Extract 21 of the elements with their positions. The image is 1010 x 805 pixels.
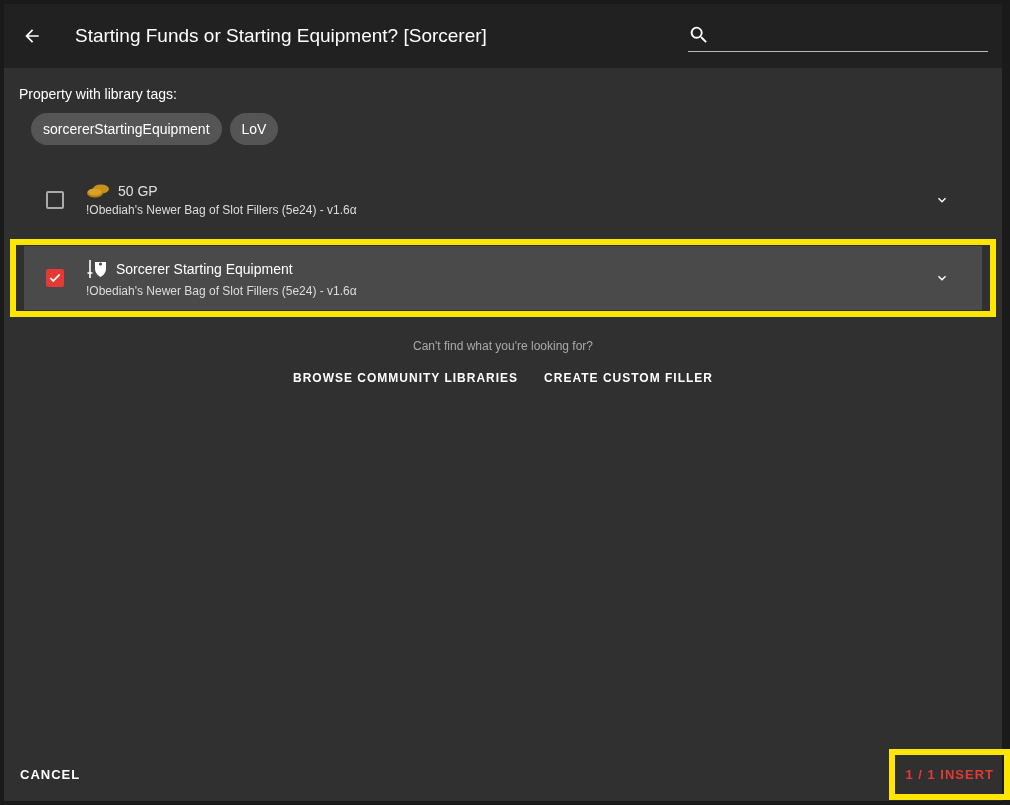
text-button[interactable]: CREATE CUSTOM FILLER: [536, 363, 721, 393]
tags-label: Property with library tags:: [19, 86, 178, 102]
hint-text: Can't find what you're looking for?: [413, 339, 593, 353]
dialog-title: Starting Funds or Starting Equipment? [Sorcerer]: [75, 25, 488, 47]
checkbox[interactable]: [46, 191, 64, 209]
library-name: !Obediah's Newer Bag of Slot Fillers (5e24) - v1.6α: [86, 284, 358, 298]
item-name: Sorcerer Starting Equipment: [116, 261, 293, 277]
tag-chip[interactable]: sorcererStartingEquipment: [31, 113, 222, 145]
search-icon: [688, 24, 710, 46]
item-name: 50 GP: [118, 183, 158, 199]
library-name: !Obediah's Newer Bag of Slot Fillers (5e24) - v1.6α: [86, 203, 358, 217]
text-button[interactable]: BROWSE COMMUNITY LIBRARIES: [285, 363, 527, 393]
list-item[interactable]: 50 GP !Obediah's Newer Bag of Slot Fillers (5e24) - v1.6α: [24, 168, 982, 232]
coins-icon: [86, 183, 110, 199]
checkbox[interactable]: [46, 269, 64, 287]
list-item[interactable]: Sorcerer Starting Equipment !Obediah's Newer Bag of Slot Fillers (5e24) - v1.6α: [24, 246, 982, 310]
cancel-button[interactable]: CANCEL: [12, 758, 89, 790]
tag-chip[interactable]: LoV: [229, 113, 279, 145]
checkmark-icon: [48, 271, 62, 285]
sword-shield-icon: [86, 258, 108, 280]
search-field[interactable]: [688, 24, 988, 52]
